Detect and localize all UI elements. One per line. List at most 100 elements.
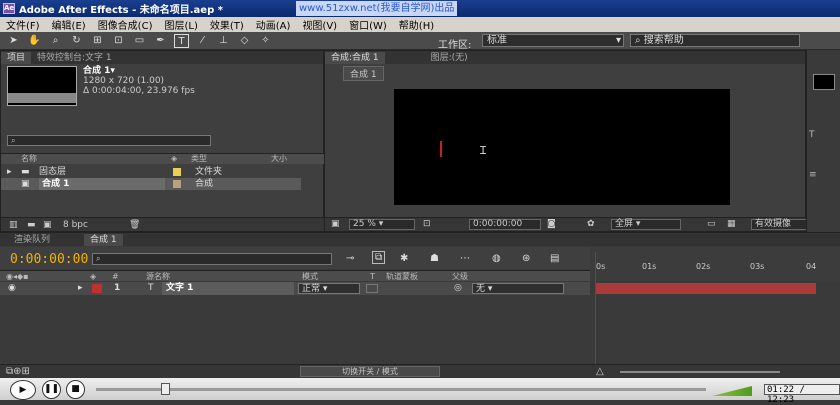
seek-thumb[interactable] (161, 383, 170, 395)
tab-effect-controls[interactable]: 特效控制台:文字 1 (31, 52, 118, 64)
col-size[interactable]: 大小 (271, 154, 287, 164)
eye-icon[interactable]: ◉ (8, 282, 16, 295)
tab-comp-1[interactable]: 合成 1 (84, 234, 123, 246)
menu-view[interactable]: 视图(V) (296, 17, 343, 32)
col-type[interactable]: 类型 (191, 154, 207, 164)
current-time-indicator[interactable] (595, 252, 596, 365)
blend-mode-select[interactable]: 正常 ▾ (298, 283, 360, 294)
interpret-footage-icon[interactable]: ▥ (9, 218, 18, 232)
trash-icon[interactable]: 🗑 (129, 218, 140, 232)
zoom-tool-icon[interactable]: ⌕ (48, 34, 63, 48)
timeline-timecode[interactable]: 0:00:00:00 (10, 252, 88, 267)
pause-icon[interactable]: ❚❚ (42, 380, 61, 399)
play-icon[interactable]: ▶ (10, 380, 36, 400)
region-of-interest-icon[interactable]: ▭ (707, 218, 716, 231)
hide-shy-icon[interactable]: ☗ (430, 253, 439, 264)
live-update-icon[interactable]: ⧉ (372, 251, 386, 264)
paragraph-panel-icon[interactable]: ≡ (809, 170, 817, 180)
bit-depth-button[interactable]: 8 bpc (63, 218, 88, 232)
tick-label: 03s (750, 262, 765, 271)
always-preview-icon[interactable]: ▣ (331, 218, 340, 231)
menu-help[interactable]: 帮助(H) (393, 17, 440, 32)
timeline-column-header: ◉◂◆▪ ◈ # 源名称 模式 T 轨道蒙板 父级 (0, 270, 590, 281)
rotate-tool-icon[interactable]: ↻ (69, 34, 84, 48)
project-search-input[interactable]: ⌕ (7, 135, 211, 146)
current-time-field[interactable]: 0:00:00:00 (469, 219, 541, 230)
col-t: T (370, 272, 375, 281)
project-item-folder[interactable]: ▸ ▬ 固态层 文件夹 (1, 166, 301, 178)
draft-3d-icon[interactable]: ✱ (400, 253, 408, 264)
comp-mini-flowchart-icon[interactable]: ⊸ (346, 253, 354, 264)
tab-render-queue[interactable]: 渲染队列 (8, 234, 56, 246)
pick-whip-icon[interactable]: ◎ (454, 282, 462, 295)
expand-arrow-icon[interactable]: ▸ (7, 166, 12, 178)
channel-icon[interactable]: ✿ (587, 218, 595, 231)
help-search-input[interactable]: ⌕ 搜索帮助 (630, 34, 800, 47)
new-composition-icon[interactable]: ▣ (43, 218, 52, 232)
graph-editor-icon[interactable]: ▤ (550, 253, 559, 264)
menu-layer[interactable]: 图层(L) (158, 17, 203, 32)
workspace-label: 工作区: (438, 40, 472, 51)
pen-tool-icon[interactable]: ✒ (153, 34, 168, 48)
new-folder-icon[interactable]: ▬ (27, 218, 36, 232)
menu-composition[interactable]: 图像合成(C) (92, 17, 159, 32)
character-panel-icon[interactable]: T (809, 130, 815, 140)
menu-window[interactable]: 窗口(W) (343, 17, 393, 32)
comp-name[interactable]: 合成 1▾ (83, 66, 195, 76)
snapshot-icon[interactable]: ◙ (547, 218, 556, 231)
layer-name[interactable]: 文字 1 (162, 282, 294, 295)
transparency-grid-icon[interactable]: ▦ (727, 218, 736, 231)
menu-effect[interactable]: 效果(T) (204, 17, 250, 32)
camera-tool-icon[interactable]: ⊞ (90, 34, 105, 48)
hand-tool-icon[interactable]: ✋ (27, 34, 42, 48)
title-bar: Ae Adobe After Effects - 未命名项目.aep * www… (0, 0, 840, 17)
layer-row[interactable]: ◉ ▸ 1 T 文字 1 正常 ▾ ◎ 无 ▾ (0, 282, 590, 295)
menu-file[interactable]: 文件(F) (0, 17, 46, 32)
layer-switches-icon[interactable]: ⧉⊕⊞ (6, 366, 30, 377)
pan-behind-tool-icon[interactable]: ⊡ (111, 34, 126, 48)
preserve-transparency-checkbox[interactable] (366, 284, 378, 293)
text-tool-icon[interactable]: T (174, 33, 189, 48)
label-swatch[interactable] (173, 168, 181, 176)
breadcrumb[interactable]: 合成 1 (343, 66, 384, 81)
eraser-tool-icon[interactable]: ◇ (237, 34, 252, 48)
parent-select[interactable]: 无 ▾ (472, 283, 564, 294)
composition-canvas[interactable]: Ɪ (394, 89, 730, 205)
tab-project[interactable]: 项目 (1, 52, 32, 64)
frame-blending-icon[interactable]: ⋯ (460, 253, 470, 264)
zoom-select[interactable]: 25 % ▾ (349, 219, 415, 230)
item-type: 合成 (195, 179, 214, 189)
clone-stamp-tool-icon[interactable]: ⊥ (216, 34, 231, 48)
title-safe-icon[interactable]: ⊡ (423, 218, 431, 231)
motion-blur-icon[interactable]: ◍ (492, 253, 501, 264)
resolution-select[interactable]: 全屏 ▾ (611, 219, 681, 230)
volume-icon[interactable] (712, 386, 752, 396)
menu-edit[interactable]: 编辑(E) (46, 17, 92, 32)
label-swatch[interactable] (173, 180, 181, 188)
label-swatch[interactable] (92, 284, 102, 293)
layer-duration-bar[interactable] (596, 283, 816, 294)
timeline-search-input[interactable]: ⌕ (92, 253, 332, 265)
tab-layer[interactable]: 图层:(无) (425, 52, 474, 64)
view-select[interactable]: 有效摄像 (751, 219, 807, 230)
expand-arrow-icon[interactable]: ▸ (78, 282, 83, 295)
brainstorm-icon[interactable]: ⊛ (522, 253, 530, 264)
col-name[interactable]: 名称 (21, 154, 37, 164)
tab-composition[interactable]: 合成:合成 1 (325, 52, 385, 64)
workspace-select[interactable]: 标准 ▾ (482, 34, 624, 47)
puppet-tool-icon[interactable]: ✧ (258, 34, 273, 48)
stop-icon[interactable]: ■ (66, 380, 85, 399)
menu-animation[interactable]: 动画(A) (250, 17, 297, 32)
time-ruler[interactable]: 0s 01s 02s 03s 04 (590, 247, 840, 281)
i-beam-cursor-icon: Ɪ (480, 144, 487, 157)
toggle-switches-modes-button[interactable]: 切换开关 / 模式 (300, 366, 440, 377)
col-source-name[interactable]: 源名称 (146, 271, 170, 282)
seek-bar[interactable] (96, 388, 706, 391)
zoom-out-icon[interactable]: △ (596, 366, 604, 377)
zoom-slider[interactable] (620, 371, 780, 373)
brush-tool-icon[interactable]: ⁄ (195, 34, 210, 48)
selection-tool-icon[interactable]: ➤ (6, 34, 21, 48)
label-icon[interactable]: ◈ (171, 154, 177, 164)
project-item-comp[interactable]: ▣ 合成 1 合成 (1, 178, 301, 190)
rectangle-tool-icon[interactable]: ▭ (132, 34, 147, 48)
